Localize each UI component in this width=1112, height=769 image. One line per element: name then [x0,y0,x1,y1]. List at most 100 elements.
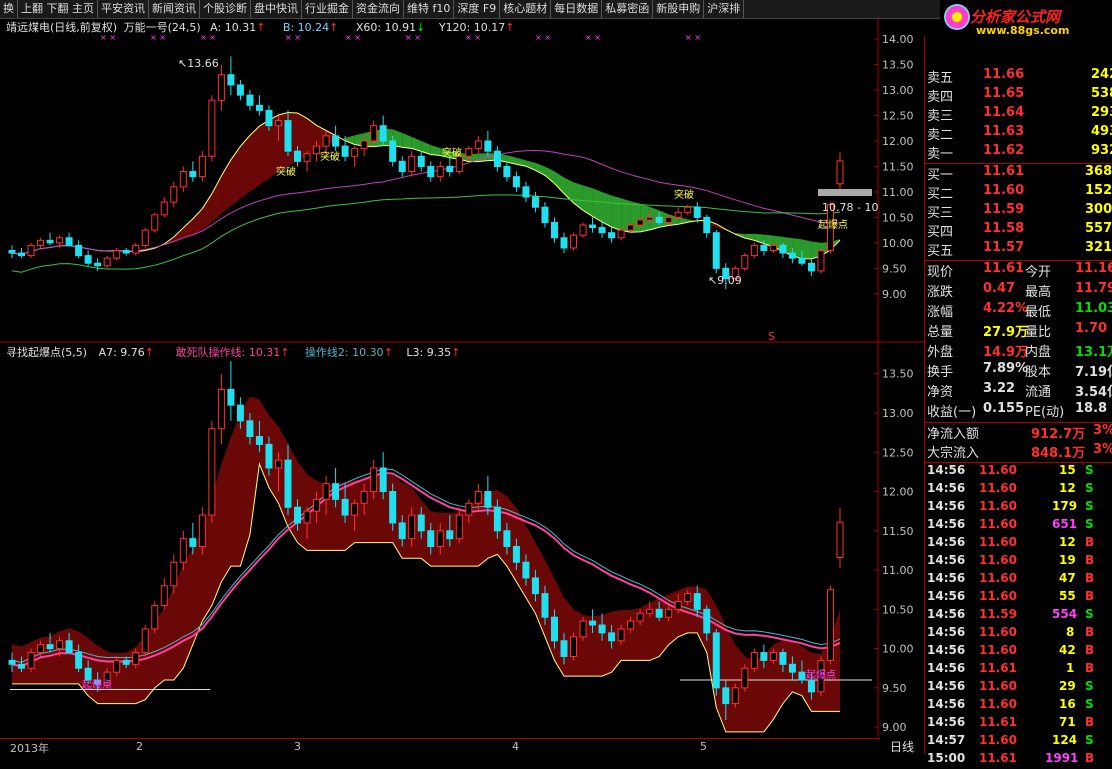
stat-value: 14.9万 [983,341,1028,360]
stat-row[interactable]: 涨跌0.47最高11.79 [925,281,1112,300]
stat-row[interactable]: 外盘14.9万内盘13.1万 [925,341,1112,360]
upper-candle-body-down [590,225,596,228]
stat-value: 0.155 [983,401,1024,416]
tick-volume: 651 [1052,517,1077,531]
tick-side: B [1085,553,1094,567]
ribbon-segment [345,135,355,144]
tick-row: 14:5611.6012S [925,481,1112,499]
indicator-name[interactable]: 万能一号(24,5) [124,21,201,34]
lower-candle-body-down [808,680,814,692]
tick-volume: 19 [1059,553,1076,567]
tick-price: 11.60 [979,643,1017,657]
lower-candle-body-down [551,617,557,641]
tick-volume: 179 [1052,499,1077,513]
ask-label: 卖四 [927,86,953,105]
lower-candle-body-up [371,468,377,492]
stat-value: 1.70 [1075,321,1107,336]
upper-candle-body-down [95,263,101,266]
low-label: ↖9.09 [708,274,742,287]
lower-indicator-name[interactable]: 寻找起爆点(5,5) [6,346,87,359]
tick-row: 14:5611.6047B [925,571,1112,589]
bid-volume: 321 [1085,240,1112,255]
upper-candle-body-down [380,126,386,141]
ask-row[interactable]: 卖五11.66242 [925,67,1112,86]
upper-candle-body-up [133,245,139,253]
upper-candle-body-up [304,154,310,162]
stat-label: 总量 [927,321,953,340]
tick-volume: 47 [1059,571,1076,585]
stat-row[interactable]: 总量27.9万量比1.70 [925,321,1112,340]
tick-volume: 1991 [1045,751,1078,765]
tick-row: 14:5611.6055B [925,589,1112,607]
upper-candle-body-up [314,146,320,154]
bid-volume: 368 [1085,164,1112,179]
stat-row[interactable]: 涨幅4.22%最低11.03 [925,301,1112,320]
range-label: 10.78 - 10 [822,201,878,214]
upper-axis-label: 9.00 [882,288,907,301]
upper-candle-body-up [818,251,824,271]
ribbon-segment [602,192,612,227]
flow-pct: 3% [1093,442,1112,457]
lower-candle-body-up [751,653,757,669]
lower-candle-body-down [390,492,396,523]
upper-candle-body-down [447,166,453,171]
tick-price: 11.60 [979,499,1017,513]
tick-side: S [1085,481,1094,495]
flow-row[interactable]: 净流入额912.7万3% [925,423,1112,442]
lower-candle-body-up [28,653,34,669]
upper-candle-body-down [19,253,25,256]
bid-row[interactable]: 买一11.61368 [925,164,1112,183]
bid-row[interactable]: 买五11.57321 [925,240,1112,259]
lower-candle-body-down [447,531,453,539]
stat-row[interactable]: 收益(一)0.155PE(动)18.8 [925,401,1112,420]
ribbon-segment [212,176,222,222]
bid-row[interactable]: 买二11.601526 [925,183,1112,202]
lower-candle-body-up [637,613,643,621]
lower-candle-body-up [171,562,177,586]
a7-value: A7: 9.76 [99,346,145,359]
stock-name[interactable]: 靖远煤电(日线,前复权) [6,21,117,34]
bid-row[interactable]: 买三11.59300 [925,202,1112,221]
lower-candle-body-down [9,660,15,664]
stat-value: 7.89% [983,361,1028,376]
tick-volume: 29 [1059,679,1076,693]
lower-candle-body-down [190,539,196,547]
tick-price: 11.60 [979,625,1017,639]
stat-row[interactable]: 现价11.61今开11.16 [925,261,1112,280]
sell-mark: S [768,330,775,343]
lower-candle-body-down [76,653,82,669]
flow-row[interactable]: 大宗流入848.1万3% [925,442,1112,461]
bid-label: 买五 [927,240,953,259]
ask-row[interactable]: 卖四11.65538 [925,86,1112,105]
tick-side: S [1085,679,1094,693]
period-tab[interactable]: 日线 [880,738,924,754]
tick-time: 14:56 [927,499,965,513]
upper-axis-label: 13.50 [882,59,914,72]
ask-row[interactable]: 卖二11.63493 [925,124,1112,143]
lower-candle-body-down [723,688,729,704]
lower-candle-body-up [409,515,415,539]
upper-candle-body-up [628,225,634,230]
flow-pct: 3% [1093,423,1112,438]
lower-candle-body-down [789,664,795,672]
bid-label: 买二 [927,183,953,202]
stat-label: PE(动) [1025,401,1064,420]
y120-arrow: ↑ [505,21,514,34]
signal-mark: × × [535,33,551,42]
ribbon-segment [545,167,555,184]
ask-row[interactable]: 卖一11.62932 [925,143,1112,162]
stat-row[interactable]: 净资3.22流通3.54亿 [925,381,1112,400]
stat-label: 最低 [1025,301,1051,320]
tick-time: 14:56 [927,463,965,477]
upper-candle-body-up [580,225,586,235]
stat-value: 11.61 [983,261,1024,276]
upper-candle-body-up [323,136,329,146]
stat-row[interactable]: 换手7.89%股本7.19亿 [925,361,1112,380]
stat-value: 13.1万 [1075,341,1112,360]
ask-row[interactable]: 卖三11.64293 [925,105,1112,124]
upper-candle-body-up [475,141,481,149]
bid-row[interactable]: 买四11.58557 [925,221,1112,240]
lower-candle-body-up [114,660,120,672]
tick-volume: 42 [1059,643,1076,657]
upper-candle-body-down [532,197,538,207]
